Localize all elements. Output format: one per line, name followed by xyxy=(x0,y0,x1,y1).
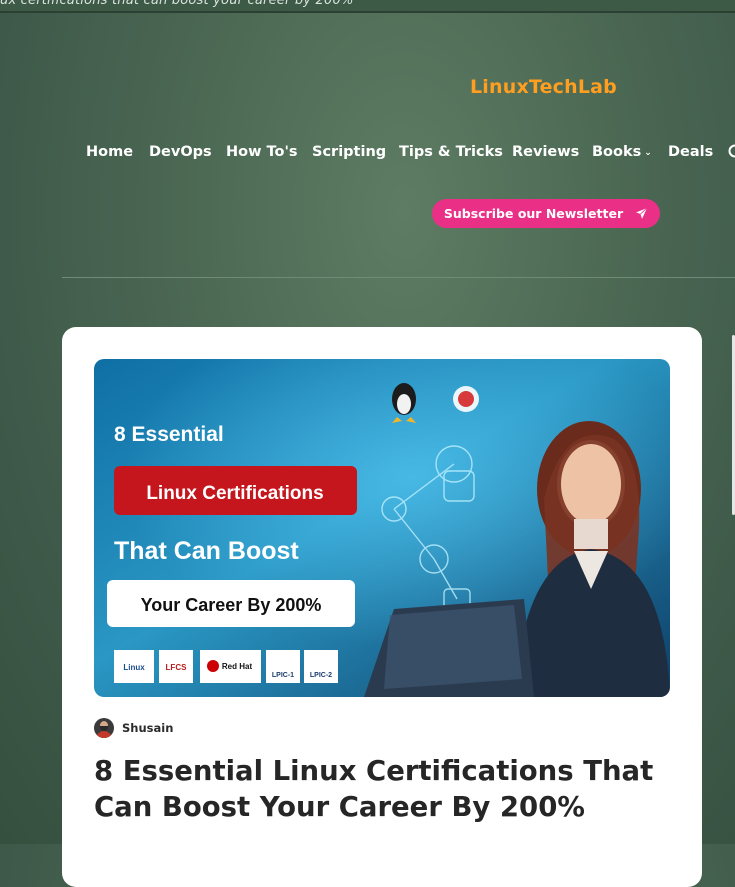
paper-plane-icon xyxy=(635,207,648,220)
nav-item-books[interactable]: Books⌄ xyxy=(592,144,652,160)
top-ticker: ux certifications that can boost your ca… xyxy=(0,0,735,13)
hero-line-3: That Can Boost xyxy=(114,537,299,565)
nav-item-devops[interactable]: DevOps xyxy=(149,144,212,160)
avatar[interactable] xyxy=(94,718,114,738)
author-name[interactable]: Shusain xyxy=(122,721,173,735)
nav-item-scripting[interactable]: Scripting xyxy=(312,144,386,160)
header-divider xyxy=(62,277,735,278)
hero-line-2: Linux Certifications xyxy=(146,483,323,504)
badge-redhat: Red Hat xyxy=(222,662,253,671)
subscribe-button[interactable]: Subscribe our Newsletter xyxy=(432,199,660,228)
site-logo[interactable]: LinuxTechLab xyxy=(470,76,617,98)
badge-lpic1: LPIC-1 xyxy=(272,672,294,679)
article-hero-image[interactable]: 8 Essential Linux Certifications That Ca… xyxy=(94,359,670,697)
article-title[interactable]: 8 Essential Linux Certifications That Ca… xyxy=(94,753,670,825)
hero-illustration: 8 Essential Linux Certifications That Ca… xyxy=(94,359,670,697)
nav-item-reviews[interactable]: Reviews xyxy=(512,144,579,160)
search-icon[interactable] xyxy=(728,144,735,162)
author-meta: Shusain xyxy=(94,717,173,739)
badge-lfcs: LFCS xyxy=(166,663,188,672)
badge-linux: Linux xyxy=(123,663,145,672)
main-nav: Home DevOps How To's Scripting Tips & Tr… xyxy=(0,144,735,164)
ticker-text: ux certifications that can boost your ca… xyxy=(0,0,354,8)
nav-item-home[interactable]: Home xyxy=(86,144,133,160)
nav-item-tips-tricks[interactable]: Tips & Tricks xyxy=(399,144,503,160)
nav-item-how-tos[interactable]: How To's xyxy=(226,144,298,160)
nav-item-books-label: Books xyxy=(592,144,641,160)
badge-lpic2: LPIC-2 xyxy=(310,672,332,679)
nav-item-deals[interactable]: Deals xyxy=(668,144,713,160)
hero-line-4: Your Career By 200% xyxy=(141,595,322,615)
chevron-down-icon: ⌄ xyxy=(644,148,652,158)
hero-line-1: 8 Essential xyxy=(114,423,224,446)
subscribe-label: Subscribe our Newsletter xyxy=(444,206,623,221)
